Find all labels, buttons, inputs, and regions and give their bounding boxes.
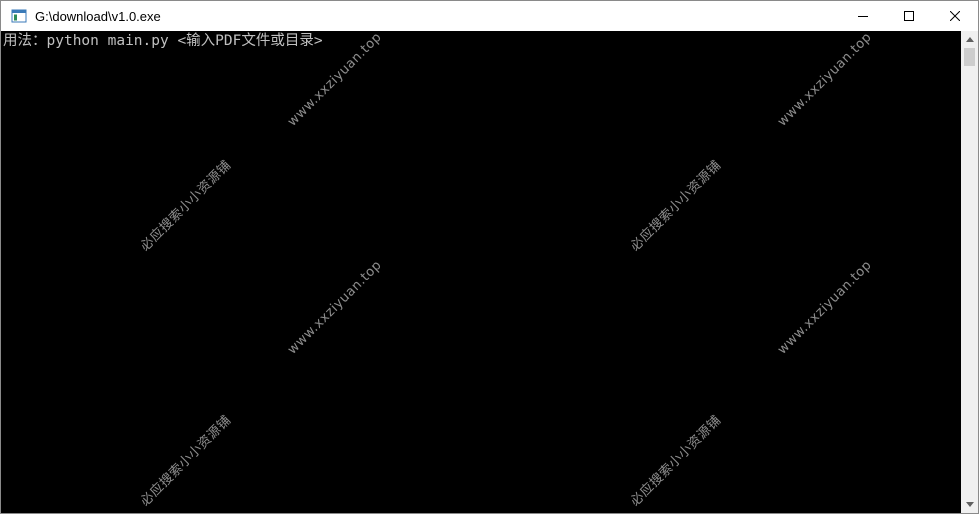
watermark-site: www.xxziyuan.top bbox=[285, 257, 385, 358]
vertical-scrollbar[interactable] bbox=[961, 31, 978, 513]
title-bar[interactable]: G:\download\v1.0.exe bbox=[1, 1, 978, 31]
window-controls bbox=[840, 1, 978, 31]
close-icon bbox=[950, 11, 960, 21]
close-button[interactable] bbox=[932, 1, 978, 31]
watermark-cn: 必应搜索小小资源铺 bbox=[627, 412, 725, 510]
minimize-icon bbox=[858, 16, 868, 17]
chevron-down-icon bbox=[965, 502, 974, 507]
scroll-down-button[interactable] bbox=[961, 496, 978, 513]
watermark-site: www.xxziyuan.top bbox=[775, 257, 875, 358]
minimize-button[interactable] bbox=[840, 1, 886, 31]
scroll-up-button[interactable] bbox=[961, 31, 978, 48]
console-line: 用法：python main.py <输入PDF文件或目录> bbox=[3, 33, 323, 49]
console-output[interactable]: 用法：python main.py <输入PDF文件或目录> www.xxziy… bbox=[1, 31, 961, 513]
maximize-icon bbox=[904, 11, 914, 21]
watermark-cn: 必应搜索小小资源铺 bbox=[137, 157, 235, 255]
chevron-up-icon bbox=[965, 37, 974, 42]
window-title: G:\download\v1.0.exe bbox=[35, 8, 161, 24]
watermark-site: www.xxziyuan.top bbox=[775, 31, 875, 130]
watermark-cn: 必应搜索小小资源铺 bbox=[627, 157, 725, 255]
scroll-thumb[interactable] bbox=[964, 48, 975, 66]
watermark-cn: 必应搜索小小资源铺 bbox=[137, 412, 235, 510]
maximize-button[interactable] bbox=[886, 1, 932, 31]
console-window: G:\download\v1.0.exe 用法：python main.py <… bbox=[0, 0, 979, 514]
console-app-icon[interactable] bbox=[11, 8, 27, 24]
